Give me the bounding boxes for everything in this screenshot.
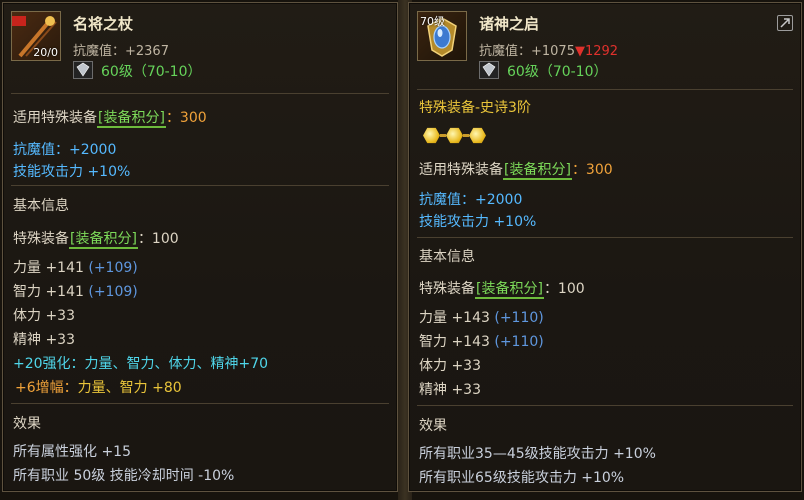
divider	[417, 237, 793, 238]
divider	[11, 403, 389, 404]
score-badge[interactable]: [装备积分]	[503, 162, 572, 180]
stat-line: 智力 +141 (+109)	[13, 284, 138, 300]
gem-icon	[479, 61, 499, 79]
divider	[11, 93, 389, 94]
magic-stat: 抗魔值：+2000	[13, 142, 117, 158]
star-row	[423, 127, 486, 144]
stat-line: 精神 +33	[13, 332, 75, 348]
stat-line: 体力 +33	[13, 308, 75, 324]
magic-stat: 抗魔值：+2000	[419, 192, 523, 208]
score-prefix: 适用特殊装备	[419, 162, 503, 178]
magic-defense-line: 抗魔值：+1075▼1292	[479, 40, 618, 59]
basic-prefix: 特殊装备	[419, 281, 475, 297]
effect-line: 所有职业65级技能攻击力 +10%	[419, 470, 625, 486]
stat-line: 力量 +141 (+109)	[13, 260, 138, 276]
star-hex-icon	[469, 127, 486, 144]
level-requirement: 60级（70-10）	[507, 64, 608, 80]
score-value: ：300	[165, 110, 207, 126]
basic-info-title: 基本信息	[419, 249, 475, 265]
item-tooltip-left: 20/0 名将之杖 抗魔值：+2367 60级（70-10） 适用特殊装备[装备…	[2, 2, 398, 492]
basic-value: ：100	[137, 231, 179, 247]
level-requirement: 60级（70-10）	[101, 64, 202, 80]
amplify-line: +6增幅：力量、智力 +80	[15, 377, 182, 397]
score-value: ：300	[571, 162, 613, 178]
staff-icon: 20/0	[11, 11, 61, 61]
basic-badge[interactable]: [装备积分]	[475, 281, 544, 299]
chain-link	[463, 134, 469, 137]
magic-defense: 抗魔值：+1075	[479, 44, 575, 59]
basic-info-title: 基本信息	[13, 198, 69, 214]
stat-line: 力量 +143 (+110)	[419, 310, 544, 326]
gem-icon	[73, 61, 93, 79]
basic-value: ：100	[543, 281, 585, 297]
chain-link	[440, 134, 446, 137]
basic-prefix: 特殊装备	[13, 231, 69, 247]
skill-attack: 技能攻击力 +10%	[13, 164, 131, 180]
effect-line: 所有属性强化 +15	[13, 444, 131, 460]
divider	[417, 405, 793, 406]
basic-score-line: 特殊装备[装备积分]：100	[13, 228, 179, 249]
magic-diff: ▼1292	[574, 44, 619, 59]
divider	[11, 185, 389, 186]
compare-icon[interactable]	[777, 15, 793, 31]
divider	[417, 89, 793, 90]
effect-line: 所有职业35—45级技能攻击力 +10%	[419, 446, 656, 462]
basic-score-line: 特殊装备[装备积分]：100	[419, 278, 585, 299]
score-line: 适用特殊装备[装备积分]：300	[13, 107, 207, 128]
score-badge[interactable]: [装备积分]	[97, 110, 166, 128]
shield-gem-icon: 70级	[417, 11, 467, 61]
item-tooltip-right: 70级 诸神之启 抗魔值：+1075▼1292 60级（70-10） 特殊装备-…	[408, 2, 802, 492]
stat-line: 精神 +33	[419, 382, 481, 398]
amplify-value: 力量、智力 +80	[77, 380, 182, 396]
magic-defense: 抗魔值：+2367	[73, 44, 169, 59]
score-line: 适用特殊装备[装备积分]：300	[419, 159, 613, 180]
skill-attack: 技能攻击力 +10%	[419, 214, 537, 230]
basic-badge[interactable]: [装备积分]	[69, 231, 138, 249]
tier-line: 特殊装备-史诗3阶	[419, 100, 531, 116]
item-name: 诸神之启	[479, 15, 540, 33]
stat-line: 体力 +33	[419, 358, 481, 374]
item-name: 名将之杖	[73, 15, 134, 33]
star-hex-icon	[423, 127, 440, 144]
item-level-badge: 20/0	[33, 46, 58, 59]
effect-line: 所有职业 50级 技能冷却时间 -10%	[13, 468, 235, 484]
effect-title: 效果	[13, 416, 41, 432]
enhance-line: +20强化：力量、智力、体力、精神+70	[13, 356, 269, 372]
stat-line: 智力 +143 (+110)	[419, 334, 544, 350]
score-prefix: 适用特殊装备	[13, 110, 97, 126]
item-level-badge: 70级	[420, 15, 445, 28]
amplify-prefix: +6增幅：	[15, 380, 78, 396]
effect-title: 效果	[419, 418, 447, 434]
star-hex-icon	[446, 127, 463, 144]
